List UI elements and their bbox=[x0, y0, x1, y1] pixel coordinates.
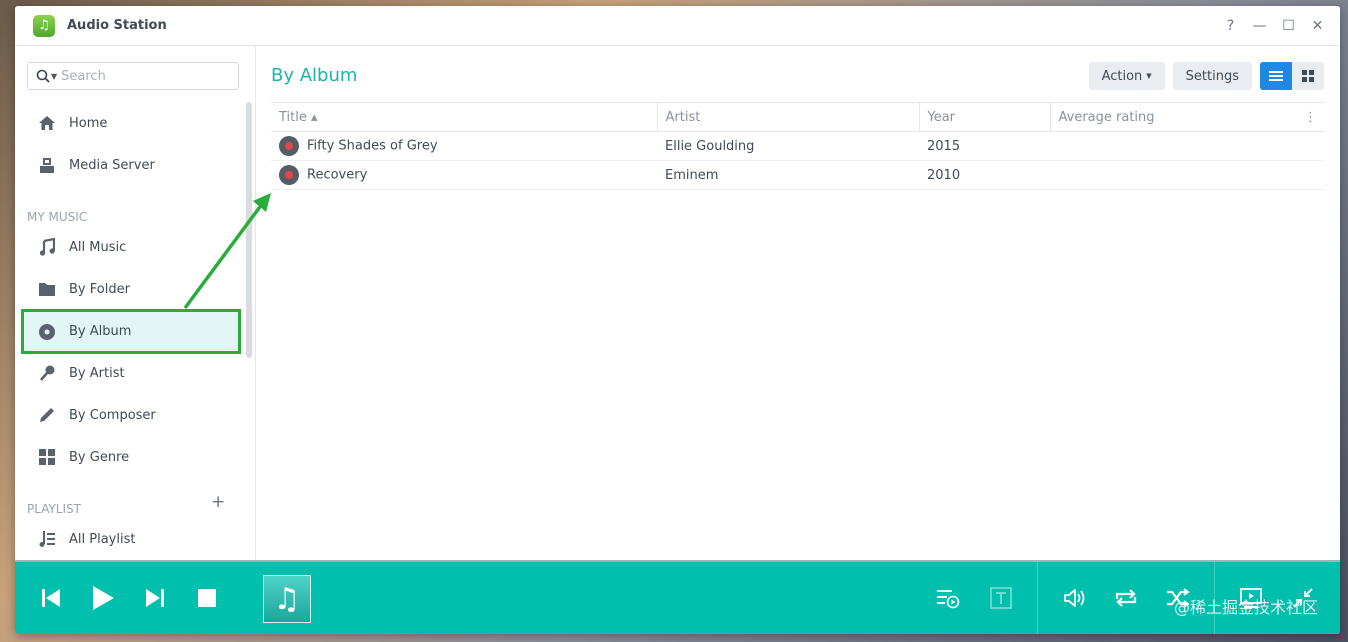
volume-button[interactable] bbox=[1061, 584, 1089, 612]
app-title: Audio Station bbox=[67, 18, 167, 33]
play-queue-button[interactable] bbox=[934, 584, 962, 612]
microphone-icon bbox=[37, 363, 57, 383]
sidebar-item-by-artist[interactable]: By Artist bbox=[20, 352, 242, 394]
table-row[interactable]: Fifty Shades of Grey Ellie Goulding 2015 bbox=[271, 131, 1325, 161]
sidebar-item-media-server[interactable]: Media Server bbox=[20, 144, 242, 186]
page-title: By Album bbox=[271, 65, 358, 86]
title-bar: ♫ Audio Station ? — ☐ ✕ bbox=[15, 6, 1340, 46]
grid-icon bbox=[37, 447, 57, 467]
previous-icon bbox=[42, 589, 60, 607]
list-icon bbox=[1269, 71, 1283, 81]
repeat-icon bbox=[1115, 589, 1137, 607]
search-box[interactable]: ▼ bbox=[27, 62, 239, 90]
playlist-icon bbox=[37, 529, 57, 549]
repeat-button[interactable] bbox=[1112, 584, 1140, 612]
my-music-section-label: MY MUSIC bbox=[27, 210, 88, 224]
column-menu-icon[interactable]: ⋮ bbox=[1304, 110, 1317, 125]
stop-icon bbox=[198, 589, 216, 607]
sidebar-item-all-music[interactable]: All Music bbox=[20, 226, 242, 268]
sidebar-item-all-playlist[interactable]: All Playlist bbox=[20, 518, 242, 560]
lyrics-button bbox=[987, 584, 1015, 612]
column-artist-header[interactable]: Artist bbox=[656, 102, 919, 132]
album-table: Title ▴ Artist Year Average rating ⋮ Fift… bbox=[271, 102, 1325, 190]
album-cover-thumbnail[interactable]: ♫ bbox=[263, 575, 311, 623]
table-row[interactable]: Recovery Eminem 2010 bbox=[271, 160, 1325, 190]
grid-view-button[interactable] bbox=[1292, 62, 1324, 90]
audio-station-window: ♫ Audio Station ? — ☐ ✕ ▼ Home Media Ser… bbox=[15, 6, 1340, 634]
audio-station-app-icon: ♫ bbox=[33, 14, 55, 37]
next-track-button[interactable] bbox=[141, 584, 169, 612]
search-icon bbox=[36, 69, 50, 83]
settings-button[interactable]: Settings bbox=[1172, 62, 1252, 90]
player-divider bbox=[1037, 562, 1038, 634]
next-icon bbox=[146, 589, 164, 607]
album-disc-icon bbox=[279, 136, 299, 156]
search-input[interactable] bbox=[61, 68, 212, 84]
album-disc-icon bbox=[37, 322, 57, 342]
column-year-header[interactable]: Year bbox=[918, 102, 1050, 132]
sidebar: ▼ Home Media Server MY MUSIC All Music B… bbox=[15, 46, 256, 560]
minimize-button[interactable]: — bbox=[1245, 6, 1274, 46]
sidebar-item-by-composer[interactable]: By Composer bbox=[20, 394, 242, 436]
sidebar-item-by-album[interactable]: By Album bbox=[21, 309, 241, 354]
sidebar-scrollbar[interactable] bbox=[246, 102, 252, 358]
sidebar-item-by-genre[interactable]: By Genre bbox=[20, 436, 242, 478]
search-dropdown-icon[interactable]: ▼ bbox=[51, 72, 57, 81]
play-icon bbox=[93, 586, 114, 610]
player-bar: ♫ @稀土掘金技术社区 bbox=[15, 560, 1340, 634]
view-toggle bbox=[1260, 62, 1324, 90]
album-disc-icon bbox=[279, 165, 299, 185]
previous-track-button[interactable] bbox=[37, 584, 65, 612]
playlist-section-label: PLAYLIST bbox=[27, 502, 81, 516]
close-button[interactable]: ✕ bbox=[1303, 6, 1332, 46]
help-button[interactable]: ? bbox=[1216, 6, 1245, 46]
grid-icon bbox=[1302, 70, 1314, 82]
stop-button[interactable] bbox=[193, 584, 221, 612]
media-server-icon bbox=[37, 155, 57, 175]
table-header-row: Title ▴ Artist Year Average rating ⋮ bbox=[271, 102, 1325, 132]
music-note-icon: ♫ bbox=[273, 581, 301, 617]
queue-icon bbox=[937, 590, 960, 609]
main-panel: By Album Action ▼ Settings Title ▴ Artist… bbox=[256, 46, 1340, 560]
watermark: @稀土掘金技术社区 bbox=[1173, 598, 1318, 617]
music-note-icon bbox=[37, 237, 57, 257]
play-button[interactable] bbox=[89, 584, 117, 612]
sidebar-item-by-folder[interactable]: By Folder bbox=[20, 268, 242, 310]
pen-icon bbox=[37, 405, 57, 425]
home-icon bbox=[37, 113, 57, 133]
action-button[interactable]: Action ▼ bbox=[1088, 62, 1165, 90]
sidebar-item-home[interactable]: Home bbox=[20, 102, 242, 144]
lyrics-icon bbox=[990, 587, 1012, 609]
chevron-down-icon: ▼ bbox=[1146, 72, 1152, 80]
maximize-button[interactable]: ☐ bbox=[1274, 6, 1303, 46]
toolbar: Action ▼ Settings bbox=[1088, 62, 1324, 90]
list-view-button[interactable] bbox=[1260, 62, 1292, 90]
column-rating-header[interactable]: Average rating ⋮ bbox=[1049, 102, 1325, 132]
add-playlist-button[interactable]: + bbox=[211, 492, 225, 512]
column-title-header[interactable]: Title ▴ bbox=[271, 102, 657, 132]
folder-icon bbox=[37, 279, 57, 299]
volume-icon bbox=[1064, 589, 1085, 607]
